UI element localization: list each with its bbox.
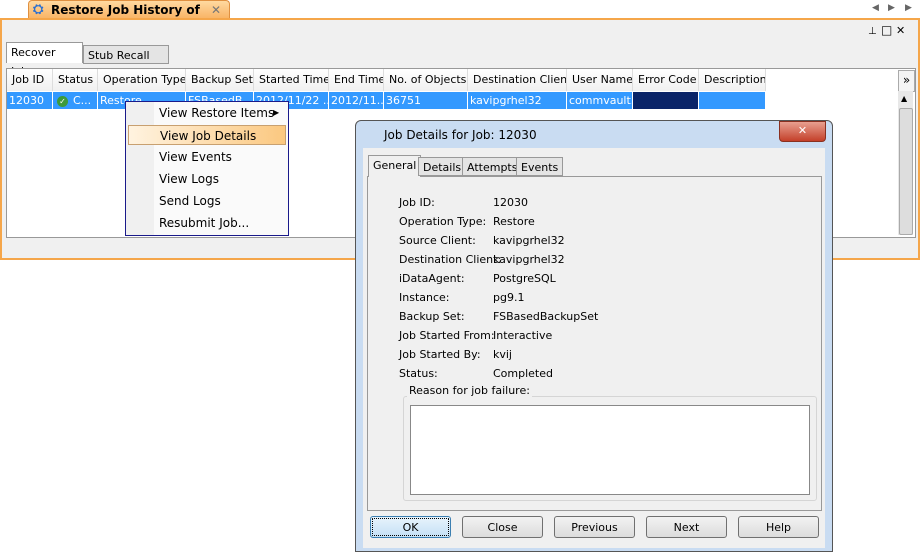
field-value: pg9.1 xyxy=(493,291,525,304)
field-value: PostgreSQL xyxy=(493,272,556,285)
job-details-dialog: Job Details for Job: 12030 ✕ General Det… xyxy=(355,120,833,552)
restore-icon[interactable]: □ xyxy=(881,23,892,37)
cell-text: 36751 xyxy=(386,94,421,107)
job-history-icon: ⛭ xyxy=(33,2,44,17)
tab-general[interactable]: General xyxy=(368,155,422,177)
close-tab-icon[interactable]: ✕ xyxy=(211,3,221,17)
field-label: iDataAgent: xyxy=(399,272,465,285)
failure-textarea[interactable] xyxy=(410,405,810,495)
field-value: kavipgrhel32 xyxy=(493,234,565,247)
dialog-title: Job Details for Job: 12030 xyxy=(384,128,537,142)
context-menu: View Restore Items ▶ View Job Details View … xyxy=(125,101,289,236)
tab-label: Details xyxy=(423,161,462,174)
field-label: Job Started From: xyxy=(399,329,495,342)
ok-button[interactable]: OK xyxy=(370,516,451,538)
scrollbar-thumb[interactable] xyxy=(899,108,913,235)
field-value: kavipgrhel32 xyxy=(493,253,565,266)
menu-item-label: View Job Details xyxy=(160,129,257,143)
column-header[interactable]: End Time xyxy=(329,69,384,91)
field-value: Completed xyxy=(493,367,553,380)
field-label: Destination Client: xyxy=(399,253,502,266)
field-label: Operation Type: xyxy=(399,215,487,228)
completed-check-icon: ✓ xyxy=(57,96,68,107)
table-cell[interactable]: ✓ C... xyxy=(53,92,98,109)
table-cell[interactable] xyxy=(633,92,699,109)
cell-text: C... xyxy=(73,94,92,107)
field-label: Job Started By: xyxy=(399,348,481,361)
table-cell[interactable]: kavipgrhel32 xyxy=(468,92,567,109)
table-cell[interactable]: 36751 xyxy=(384,92,468,109)
next-button[interactable]: Next xyxy=(646,516,727,538)
cell-text: commvault... xyxy=(569,94,632,107)
tab-recover-jobs[interactable]: Recover Jobs xyxy=(6,42,83,78)
menu-item[interactable]: View Events xyxy=(128,147,286,167)
field-value: 12030 xyxy=(493,196,528,209)
column-overflow-button[interactable]: » xyxy=(898,70,915,92)
tab-label: Events xyxy=(521,161,559,174)
column-header[interactable]: User Name xyxy=(567,69,633,91)
cell-text: kavipgrhel32 xyxy=(470,94,542,107)
cell-text: 12030 xyxy=(9,94,44,107)
failure-label: Reason for job failure: xyxy=(407,384,532,397)
column-header[interactable]: Started Time xyxy=(254,69,329,91)
field-label: Source Client: xyxy=(399,234,476,247)
table-cell[interactable]: 2012/11... xyxy=(329,92,384,109)
vertical-scrollbar[interactable]: ▲ xyxy=(898,91,913,235)
menu-item[interactable]: Send Logs xyxy=(128,191,286,211)
menu-item-label: Send Logs xyxy=(159,194,221,208)
close-window-icon[interactable]: ✕ xyxy=(896,24,905,37)
table-cell[interactable]: commvault... xyxy=(567,92,633,109)
table-cell[interactable]: 12030 xyxy=(7,92,53,109)
field-label: Instance: xyxy=(399,291,450,304)
tab-label: Attempts xyxy=(467,161,518,174)
menu-item[interactable]: Resubmit Job... xyxy=(128,213,286,233)
cell-text: 2012/11... xyxy=(331,94,384,107)
field-value: Interactive xyxy=(493,329,553,342)
table-cell[interactable] xyxy=(699,92,766,109)
column-header[interactable]: Backup Set xyxy=(186,69,254,91)
dialog-close-button[interactable]: ✕ xyxy=(779,121,826,142)
previous-button[interactable]: Previous xyxy=(554,516,635,538)
tab-stub-recall-jobs[interactable]: Stub Recall Jobs xyxy=(83,45,169,81)
menu-item-label: View Events xyxy=(159,150,232,164)
tab-label: General xyxy=(373,159,417,172)
submenu-arrow-icon: ▶ xyxy=(273,108,280,117)
menu-item-label: View Restore Items xyxy=(159,106,275,120)
menu-item-label: Resubmit Job... xyxy=(159,216,250,230)
document-tab[interactable]: ⛭ Restore Job History of pg... ✕ xyxy=(28,0,230,31)
menu-item[interactable]: View Restore Items ▶ xyxy=(128,103,286,123)
field-label: Backup Set: xyxy=(399,310,465,323)
column-header[interactable]: Destination Client xyxy=(468,69,567,91)
close-button[interactable]: Close xyxy=(462,516,543,538)
field-label: Job ID: xyxy=(399,196,435,209)
menu-item-label: View Logs xyxy=(159,172,219,186)
scroll-up-icon[interactable]: ▲ xyxy=(901,94,907,103)
menu-item[interactable]: View Job Details xyxy=(128,125,286,145)
help-button[interactable]: Help xyxy=(738,516,819,538)
column-header[interactable]: Status xyxy=(53,69,98,91)
tab-events[interactable]: Events xyxy=(516,157,564,176)
column-header[interactable]: No. of Objects xyxy=(384,69,468,91)
scroll-left-icon[interactable]: ◀ xyxy=(872,3,879,13)
menu-item[interactable]: View Logs xyxy=(128,169,286,189)
tab-details[interactable]: Details xyxy=(418,157,467,176)
scroll-right-icon[interactable]: ▶ xyxy=(888,3,895,13)
tab-attempts[interactable]: Attempts xyxy=(462,157,523,176)
column-header[interactable]: Description xyxy=(699,69,766,91)
field-value: FSBasedBackupSet xyxy=(493,310,599,323)
field-value: kvij xyxy=(493,348,512,361)
column-header[interactable]: Error Code xyxy=(633,69,699,91)
pin-icon[interactable]: ⊥ xyxy=(868,26,877,37)
column-header[interactable]: Operation Type xyxy=(98,69,186,91)
column-header[interactable]: Job ID xyxy=(7,69,53,91)
field-label: Status: xyxy=(399,367,438,380)
tab-list-icon[interactable]: ▶ xyxy=(905,3,912,13)
field-value: Restore xyxy=(493,215,535,228)
